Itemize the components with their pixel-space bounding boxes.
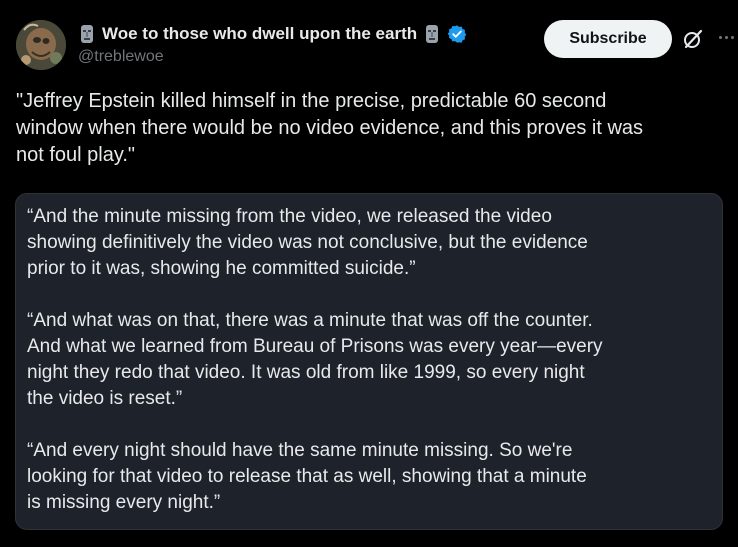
- avatar[interactable]: [16, 20, 66, 70]
- name-row: Woe to those who dwell upon the earth: [78, 22, 467, 46]
- post-text: "Jeffrey Epstein killed himself in the p…: [16, 90, 644, 166]
- grok-icon[interactable]: [682, 28, 704, 50]
- quote-paragraph: “And every night should have the same mi…: [27, 440, 587, 513]
- quote-paragraph: “And what was on that, there was a minut…: [27, 310, 603, 409]
- quote-card[interactable]: “And the minute missing from the video, …: [15, 193, 723, 530]
- avatar-painting-icon: [16, 20, 66, 70]
- handle[interactable]: @treblewoe: [78, 48, 164, 66]
- moai-icon: [78, 24, 96, 44]
- post-header: Woe to those who dwell upon the earth @t…: [16, 20, 734, 72]
- display-name[interactable]: Woe to those who dwell upon the earth: [102, 24, 417, 44]
- verified-badge-icon[interactable]: [447, 24, 467, 44]
- subscribe-button[interactable]: Subscribe: [544, 20, 672, 58]
- post: Woe to those who dwell upon the earth @t…: [0, 0, 738, 547]
- quote-paragraph: “And the minute missing from the video, …: [27, 206, 588, 279]
- more-options-icon[interactable]: [713, 24, 738, 50]
- moai-icon: [423, 24, 441, 44]
